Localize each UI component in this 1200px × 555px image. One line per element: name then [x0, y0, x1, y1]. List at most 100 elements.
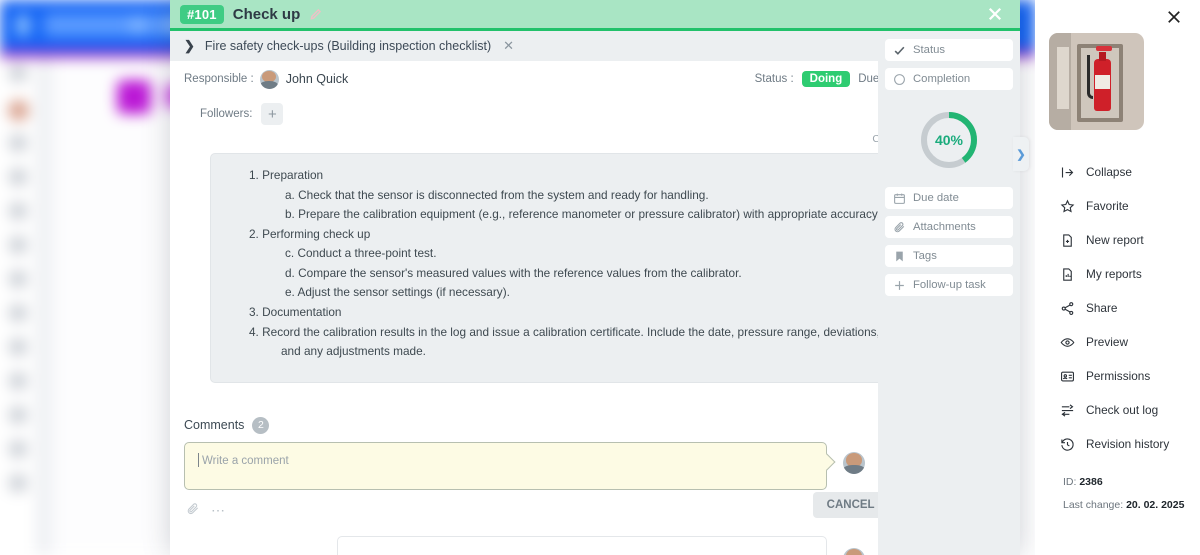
check-icon — [893, 44, 906, 57]
action-list: Collapse Favorite New report My reports … — [1060, 155, 1195, 461]
background-sidebar-icon — [9, 372, 27, 390]
action-label: Check out log — [1086, 403, 1159, 417]
background-rail-gap — [36, 58, 49, 555]
action-label: Preview — [1086, 335, 1128, 349]
rail-item-follow-up-task[interactable]: Follow-up task — [885, 274, 1013, 296]
avatar[interactable] — [843, 451, 865, 474]
calendar-icon — [893, 192, 906, 205]
eye-icon — [1060, 335, 1075, 350]
action-check-out-log[interactable]: Check out log — [1060, 393, 1195, 427]
description-line: 4. Record the calibration results in the… — [249, 324, 880, 339]
action-label: Collapse — [1086, 165, 1132, 179]
star-icon — [1060, 199, 1075, 214]
status-badge[interactable]: Doing — [801, 71, 851, 87]
action-label: Permissions — [1086, 369, 1151, 383]
completion-ring-wrap: 40% — [885, 97, 1013, 187]
task-id-badge: #101 — [180, 4, 224, 24]
background-sidebar-icon — [9, 406, 27, 424]
description-line: and any adjustments made. — [281, 344, 426, 359]
action-label: New report — [1086, 233, 1144, 247]
background-sidebar-icon — [9, 134, 27, 152]
speech-tail — [818, 453, 836, 471]
action-preview[interactable]: Preview — [1060, 325, 1195, 359]
avatar[interactable] — [259, 69, 279, 89]
background-sidebar-icon — [9, 304, 27, 322]
plus-icon — [893, 279, 906, 292]
rail-item-completion[interactable]: Completion — [885, 68, 1013, 90]
comment-placeholder: Write a comment — [202, 454, 289, 467]
rail-label: Completion — [913, 73, 971, 85]
share-icon — [1060, 301, 1075, 316]
tag-icon — [893, 250, 906, 263]
more-options-icon[interactable]: ⋯ — [211, 502, 226, 519]
my-reports-icon — [1060, 267, 1075, 282]
action-collapse[interactable]: Collapse — [1060, 155, 1195, 189]
pencil-icon[interactable] — [309, 7, 323, 21]
action-label: Share — [1086, 301, 1118, 315]
breadcrumb-close-icon[interactable]: ✕ — [503, 38, 514, 54]
chevron-right-icon[interactable]: ❯ — [184, 38, 195, 54]
text-caret — [198, 452, 199, 467]
rail-label: Status — [913, 44, 946, 56]
background-topbar-icon — [130, 17, 146, 33]
background-sidebar-icon — [9, 338, 27, 356]
new-report-icon — [1060, 233, 1075, 248]
paperclip-icon[interactable] — [186, 502, 200, 519]
action-label: My reports — [1086, 267, 1142, 281]
rail-item-tags[interactable]: Tags — [885, 245, 1013, 267]
last-change: Last change: 20. 02. 2025 — [1063, 499, 1185, 511]
responsible-label: Responsible : — [184, 73, 254, 85]
action-my-reports[interactable]: My reports — [1060, 257, 1195, 291]
description-line: e. Adjust the sensor settings (if necess… — [285, 285, 510, 300]
collapse-icon — [1060, 165, 1075, 180]
comment-input[interactable]: Write a comment — [184, 441, 836, 490]
description-line: 3. Documentation — [249, 305, 342, 320]
description-line: a. Check that the sensor is disconnected… — [285, 187, 709, 202]
completion-percent: 40% — [934, 132, 964, 148]
expand-panel-tab[interactable]: ❯ — [1013, 137, 1029, 171]
add-follower-button[interactable]: + — [261, 103, 284, 125]
document-id: ID: 2386 — [1063, 476, 1103, 488]
description-line: 2. Performing check up — [249, 226, 371, 241]
rail-label: Follow-up task — [913, 279, 986, 291]
background-sidebar-icon — [9, 440, 27, 458]
comments-title: Comments — [184, 418, 245, 433]
circle-icon — [893, 73, 906, 86]
rail-item-attachments[interactable]: Attachments — [885, 216, 1013, 238]
rail-label: Tags — [913, 250, 937, 262]
completion-ring[interactable]: 40% — [918, 109, 980, 171]
background-sidebar-avatar — [8, 100, 29, 121]
permissions-icon — [1060, 369, 1075, 384]
background-project-icon — [117, 80, 151, 114]
action-label: Favorite — [1086, 199, 1129, 213]
action-new-report[interactable]: New report — [1060, 223, 1195, 257]
breadcrumb-label[interactable]: Fire safety check-ups (Building inspecti… — [205, 39, 491, 53]
background-logo-icon — [16, 14, 30, 36]
action-share[interactable]: Share — [1060, 291, 1195, 325]
description-line: d. Compare the sensor's measured values … — [285, 265, 742, 280]
background-sidebar-icon — [9, 236, 27, 254]
check-out-log-icon — [1060, 403, 1075, 418]
action-favorite[interactable]: Favorite — [1060, 189, 1195, 223]
rail-label: Due date — [913, 192, 959, 204]
avatar[interactable] — [843, 547, 865, 555]
close-icon[interactable] — [986, 5, 1004, 23]
description-line: c. Conduct a three-point test. — [285, 246, 437, 261]
background-sidebar-icon — [9, 64, 27, 82]
action-label: Revision history — [1086, 437, 1170, 451]
action-revision-history[interactable]: Revision history — [1060, 427, 1195, 461]
rail-label: Attachments — [913, 221, 976, 233]
close-icon[interactable] — [1165, 8, 1183, 26]
background-sidebar-icon — [9, 202, 27, 220]
description-line: 1. Preparation — [249, 168, 324, 182]
rail-item-due-date[interactable]: Due date — [885, 187, 1013, 209]
rail-item-status[interactable]: Status — [885, 39, 1013, 61]
comments-count-badge: 2 — [252, 416, 270, 434]
fire-extinguisher-photo[interactable] — [1049, 33, 1144, 130]
action-permissions[interactable]: Permissions — [1060, 359, 1195, 393]
responsible-name[interactable]: John Quick — [286, 72, 349, 86]
background-sidebar — [0, 58, 36, 555]
description-card[interactable]: 1. Preparation a. Check that the sensor i… — [210, 153, 988, 383]
status-label: Status : — [754, 73, 794, 85]
paperclip-icon — [893, 221, 906, 234]
